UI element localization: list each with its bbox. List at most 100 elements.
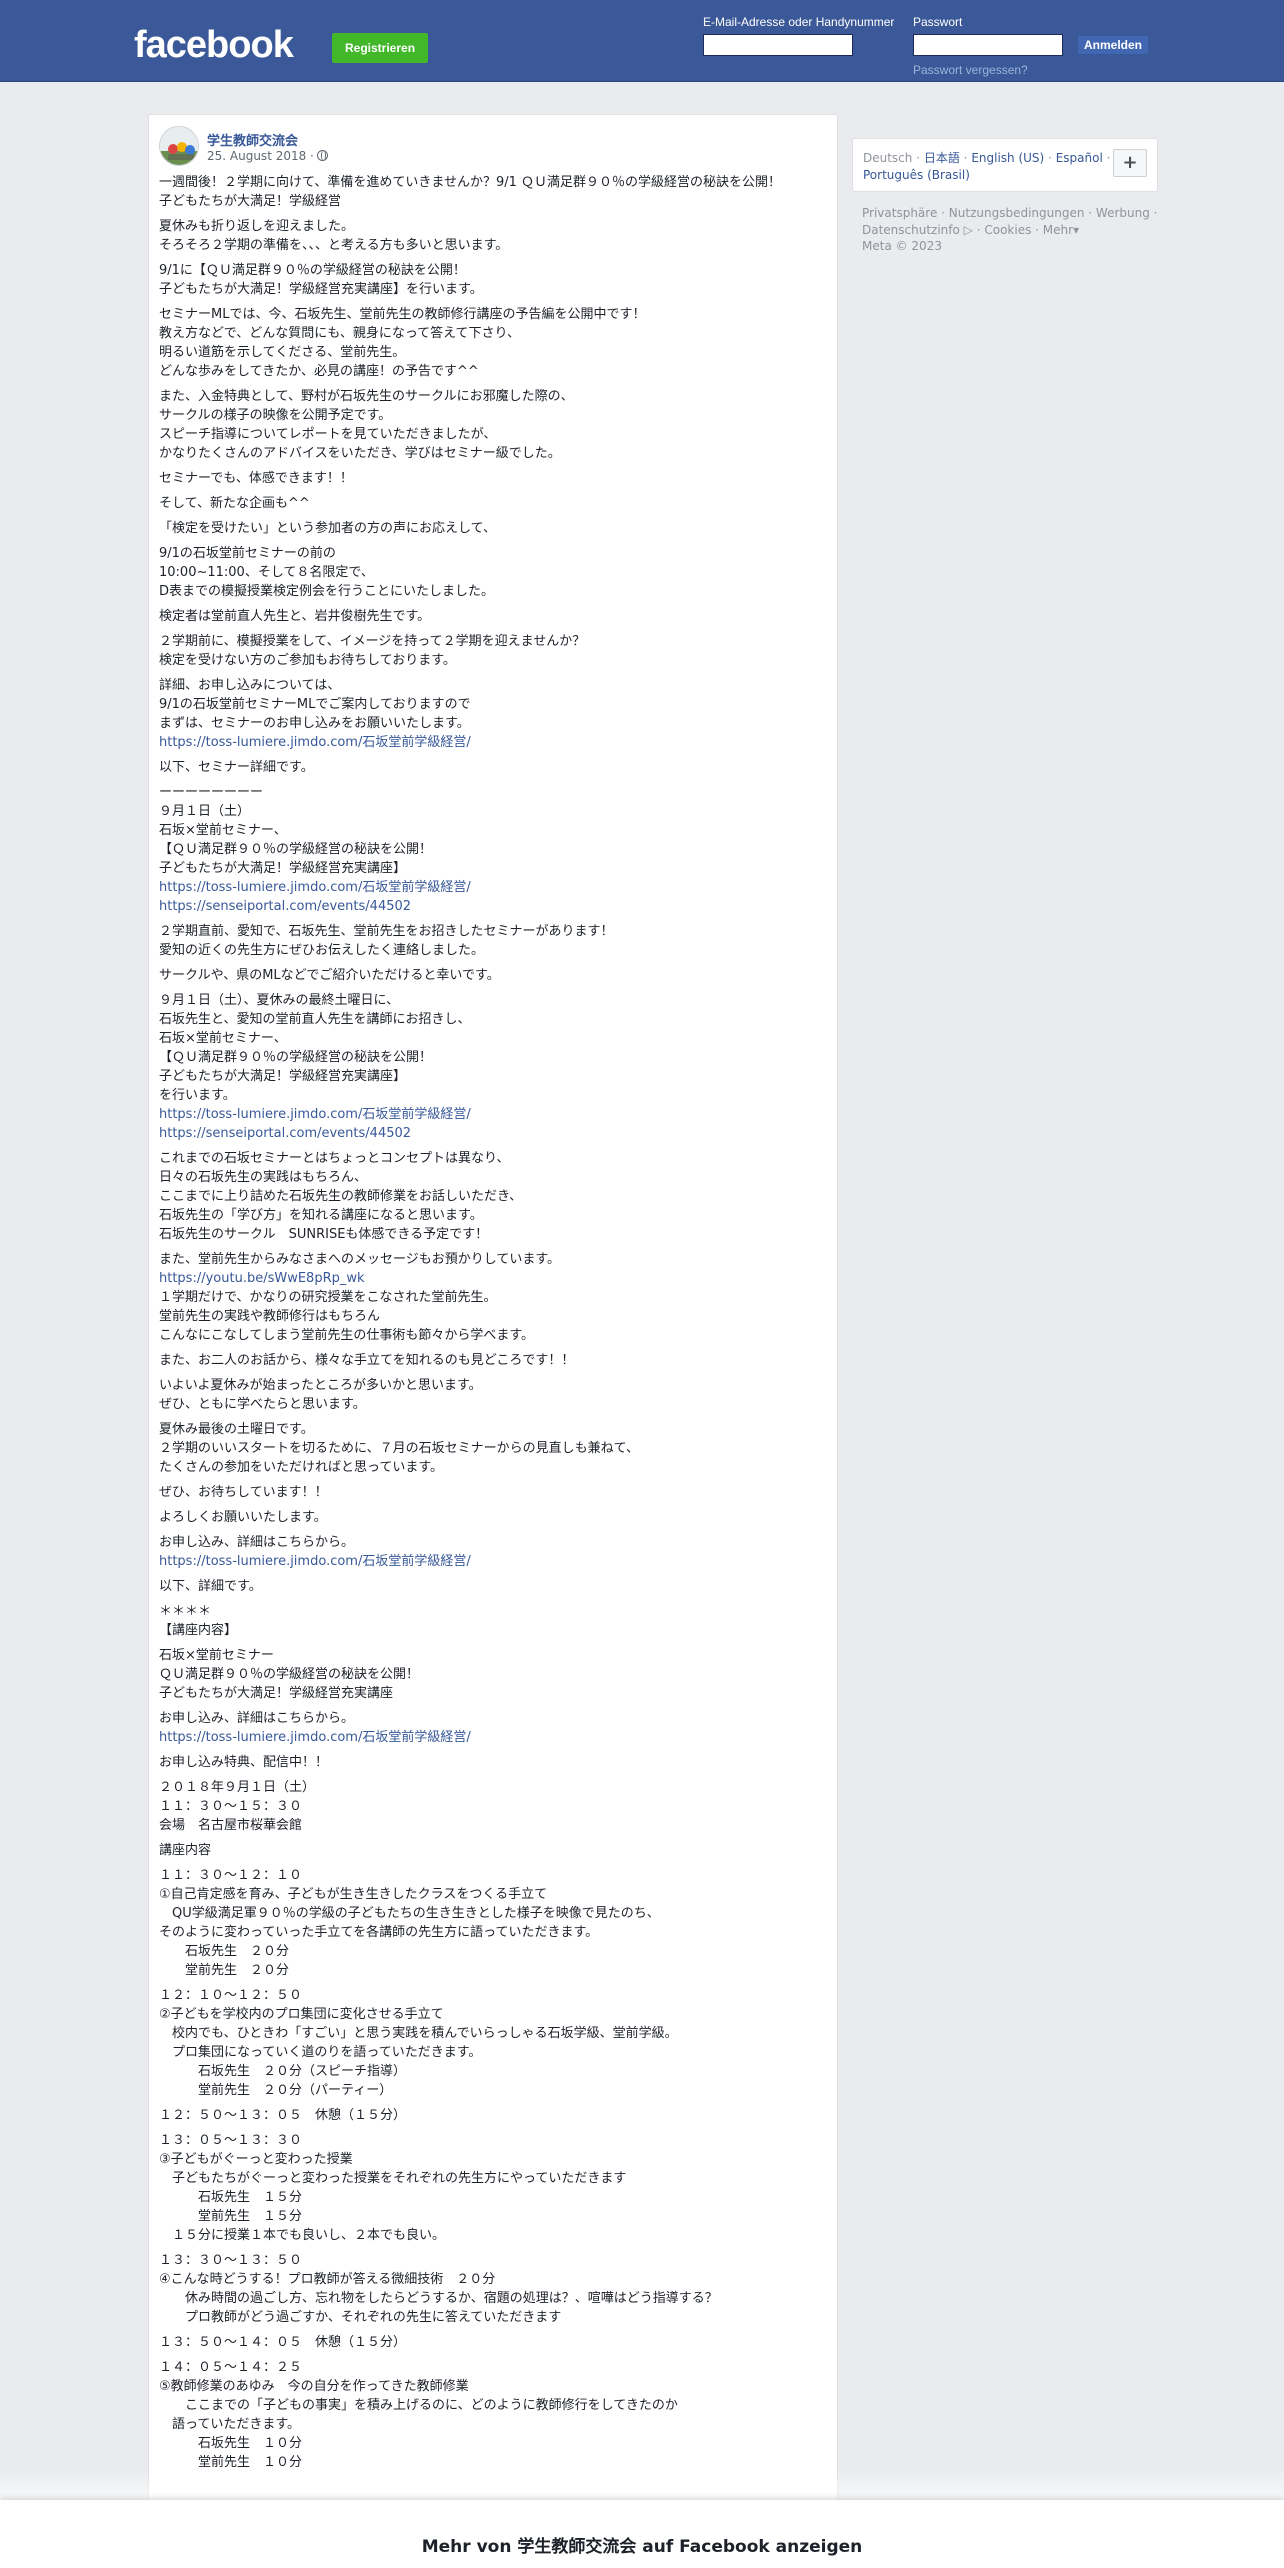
copyright: Meta © 2023 [862, 239, 942, 253]
post-line: また、入金特典として、野村が石坂先生のサークルにお邪魔した際の、 [159, 389, 574, 404]
post-line: よろしくお願いいたします。 [159, 1510, 327, 1525]
post-line: ②子どもを学校内のプロ集団に変化させる手立て [159, 2007, 444, 2022]
footer-link[interactable]: Mehr [1043, 223, 1073, 237]
post-link[interactable]: https://toss-lumiere.jimdo.com/石坂堂前学級経営/ [159, 878, 829, 897]
post-line: サークルの様子の映像を公開予定です。 [159, 408, 392, 423]
post-line: 9/1の石坂堂前セミナーの前の [159, 546, 336, 561]
post-link[interactable]: https://toss-lumiere.jimdo.com/石坂堂前学級経営/ [159, 1105, 829, 1124]
globe-icon [316, 150, 328, 161]
post-body: 一週間後！２学期に向けて、準備を進めていきませんか？9/1 ＱＵ満足群９０％の学… [159, 173, 829, 2567]
post-line: 堂前先生 ２０分 [159, 1963, 290, 1978]
post-line: 子どもたちが大満足！学級経営充実講座】を行います。 [159, 282, 483, 297]
post-line: セミナーMLでは、今、石坂先生、堂前先生の教師修行講座の予告編を公開中です！ [159, 307, 646, 322]
post-line: プロ教師がどう過ごすか、それぞれの先生に答えていただきます [159, 2310, 562, 2325]
post-line: お申し込み特典、配信中！！ [159, 1755, 329, 1770]
post-line: また、堂前先生からみなさまへのメッセージもお預かりしています。 [159, 1252, 561, 1267]
post-line: 休み時間の過ごし方、忘れ物をしたらどうするか、宿題の処理は？、喧嘩はどう指導する… [159, 2291, 718, 2306]
post-line: どんな歩みをしてきたか、必見の講座！の予告です^^ [159, 364, 479, 379]
footer-link[interactable]: Nutzungsbedingungen [949, 206, 1085, 220]
post-line: １２：５０～１３：０５ 休憩（１５分） [159, 2108, 407, 2123]
post-paragraph: ２学期前に、模擬授業をして、イメージを持って２学期を迎えませんか？ 検定を受けない… [159, 632, 829, 670]
post-line: 日々の石坂先生の実践はもちろん、 [159, 1170, 368, 1185]
post-line: 以下、詳細です。 [159, 1579, 262, 1594]
post-paragraph: 詳細、お申し込みについては、 9/1の石坂堂前セミナーMLでご案内しておりますので… [159, 676, 829, 752]
password-label: Passwort [913, 15, 963, 29]
email-input[interactable] [703, 34, 853, 56]
post-line: 石坂×堂前セミナー、 [159, 1031, 287, 1046]
separator: · [912, 151, 924, 165]
post-line: 堂前先生 １５分 [159, 2209, 303, 2224]
more-languages-button[interactable]: + [1113, 149, 1147, 177]
post-paragraph: ２学期直前、愛知で、石坂先生、堂前先生をお招きしたセミナーがあります！ 愛知の近く… [159, 922, 829, 960]
post-line: 会場 名古屋市桜華会館 [159, 1818, 303, 1833]
post-line: 講座内容 [159, 1843, 212, 1858]
language-option[interactable]: English (US) [971, 151, 1044, 165]
post-line: １３：５０～１４：０５ 休憩（１５分） [159, 2335, 407, 2350]
post-link[interactable]: https://toss-lumiere.jimdo.com/石坂堂前学級経営/ [159, 1728, 829, 1747]
post-line: １１：３０～１２：１０ [159, 1868, 303, 1883]
post-paragraph: これまでの石坂セミナーとはちょっとコンセプトは異なり、 日々の石坂先生の実践はもち… [159, 1149, 829, 1244]
post-link[interactable]: https://toss-lumiere.jimdo.com/石坂堂前学級経営/ [159, 1552, 829, 1571]
post-paragraph: ２０１８年９月１日（土） １１：３０～１５：３０ 会場 名古屋市桜華会館 [159, 1778, 829, 1835]
footer-link[interactable]: Werbung [1096, 206, 1150, 220]
separator: · [959, 151, 972, 165]
caret-down-icon[interactable]: ▾ [1073, 223, 1079, 237]
footer-link[interactable]: Cookies [984, 223, 1031, 237]
post-line: 石坂×堂前セミナー [159, 1648, 274, 1663]
footer-link[interactable]: Privatsphäre [862, 206, 937, 220]
post-line: ④こんな時どうする！プロ教師が答える微細技術 ２０分 [159, 2272, 496, 2287]
banner-text[interactable]: Mehr von 学生教師交流会 auf Facebook anzeigen [0, 2532, 1284, 2557]
post-line: ＱＵ満足群９０％の学級経営の秘訣を公開！ [159, 1667, 420, 1682]
login-button[interactable]: Anmelden [1077, 35, 1150, 55]
post-paragraph: サークルや、県のMLなどでご紹介いただけると幸いです。 [159, 966, 829, 985]
separator: · [937, 206, 949, 220]
register-button[interactable]: Registrieren [332, 33, 429, 63]
password-input[interactable] [913, 34, 1063, 56]
post-paragraph: 講座内容 [159, 1841, 829, 1860]
adchoices-icon: ▷ [959, 223, 973, 237]
post-link[interactable]: https://toss-lumiere.jimdo.com/石坂堂前学級経営/ [159, 733, 829, 752]
post-paragraph: また、入金特典として、野村が石坂先生のサークルにお邪魔した際の、 サークルの様子の… [159, 387, 829, 463]
post-paragraph: 以下、セミナー詳細です。 [159, 758, 829, 777]
post-line: これまでの石坂セミナーとはちょっとコンセプトは異なり、 [159, 1151, 510, 1166]
post-paragraph: １４：０５～１４：２５ ⑤教師修業のあゆみ 今の自分を作ってきた教師修業 ここまで… [159, 2358, 829, 2472]
post-card: 学生教師交流会 25. August 2018 · 一週間後！２学期に向けて、準… [148, 114, 838, 2568]
post-paragraph: お申し込み、詳細はこちらから。 https://toss-lumiere.jimd… [159, 1533, 829, 1571]
post-line: 子どもたちが大満足！学級経営充実講座】 [159, 1069, 407, 1084]
post-line: ③子どもがぐーっと変わった授業 [159, 2152, 353, 2167]
post-link[interactable]: https://senseiportal.com/events/44502 [159, 897, 829, 916]
page-avatar[interactable] [159, 126, 199, 166]
post-paragraph: また、堂前先生からみなさまへのメッセージもお預かりしています。 https://y… [159, 1250, 829, 1345]
separator: · [1149, 206, 1158, 220]
post-line: サークルや、県のMLなどでご紹介いただけると幸いです。 [159, 968, 500, 983]
post-line: 一週間後！２学期に向けて、準備を進めていきませんか？9/1 ＱＵ満足群９０％の学… [159, 175, 782, 190]
post-line: 堂前先生の実践や教師修行はもちろん [159, 1309, 381, 1324]
post-line: 検定者は堂前直人先生と、岩井俊樹先生です。 [159, 609, 431, 624]
forgot-password-link[interactable]: Passwort vergessen? [913, 63, 1028, 77]
language-option[interactable]: Português (Brasil) [863, 168, 970, 182]
email-label: E-Mail-Adresse oder Handynummer [703, 15, 895, 29]
post-line: 教え方などで、どんな質問にも、親身になって答えて下さり、 [159, 326, 521, 341]
post-line: 以下、セミナー詳細です。 [159, 760, 314, 775]
post-line: ぜひ、お待ちしています！！ [159, 1485, 328, 1500]
post-timestamp-link[interactable]: 25. August 2018 · [207, 149, 314, 163]
page-name-link[interactable]: 学生教師交流会 [207, 130, 298, 149]
post-line: プロ集団になっていく道のりを語っていただきます。 [159, 2045, 482, 2060]
post-paragraph: 9/1に【ＱＵ満足群９０％の学級経営の秘訣を公開！ 子どもたちが大満足！学級経営充… [159, 261, 829, 299]
footer-link[interactable]: Datenschutzinfo [862, 223, 960, 237]
post-line: 石坂先生 ２０分 [159, 1944, 290, 1959]
post-line: 愛知の近くの先生方にぜひお伝えしたく連絡しました。 [159, 943, 485, 958]
post-link[interactable]: https://youtu.be/sWwE8pRp_wk [159, 1269, 829, 1288]
post-line: ２０１８年９月１日（土） [159, 1780, 316, 1795]
post-line: D表までの模擬授業検定例会を行うことにいたしました。 [159, 584, 495, 599]
post-line: 石坂×堂前セミナー、 [159, 823, 287, 838]
facebook-logo[interactable]: facebook [134, 24, 294, 67]
language-list: Deutsch · 日本語 · English (US) · Español ·… [863, 150, 1113, 184]
post-paragraph: １１：３０～１２：１０ ①自己肯定感を育み、子どもが生き生きしたクラスをつくる手立… [159, 1866, 829, 1980]
language-option[interactable]: 日本語 [924, 151, 960, 165]
post-paragraph: ーーーーーーーー ９月１日（土） 石坂×堂前セミナー、 【ＱＵ満足群９０％の学級経営の… [159, 783, 829, 916]
language-option[interactable]: Español [1056, 151, 1103, 165]
post-line: １３：０５～１３：３０ [159, 2133, 303, 2148]
post-paragraph: また、お二人のお話から、様々な手立てを知れるのも見どころです！！ [159, 1351, 829, 1370]
post-link[interactable]: https://senseiportal.com/events/44502 [159, 1124, 829, 1143]
